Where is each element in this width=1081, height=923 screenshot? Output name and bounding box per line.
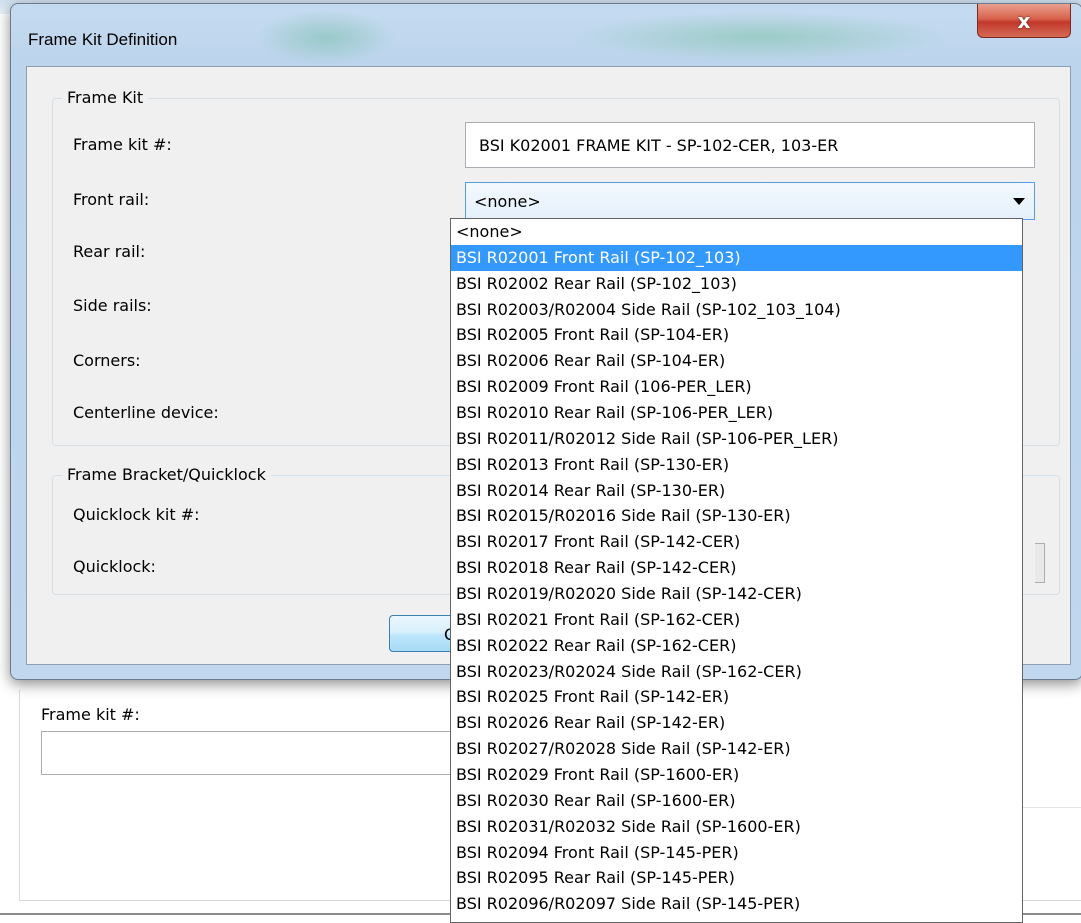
dropdown-option[interactable]: BSI R02014 Rear Rail (SP-130-ER): [451, 478, 1022, 504]
dropdown-option[interactable]: BSI R02006 Rear Rail (SP-104-ER): [451, 348, 1022, 374]
background-divider: [1022, 807, 1081, 808]
dropdown-option[interactable]: BSI R02005 Front Rail (SP-104-ER): [451, 322, 1022, 348]
background-frame-kit-input[interactable]: [41, 731, 461, 775]
side-rails-label: Side rails:: [73, 296, 152, 315]
dropdown-option[interactable]: BSI R02001 Front Rail (SP-102_103): [451, 244, 1022, 271]
dropdown-option[interactable]: BSI R02002 Rear Rail (SP-102_103): [451, 271, 1022, 297]
dropdown-option[interactable]: BSI R02095 Rear Rail (SP-145-PER): [451, 865, 1022, 891]
dropdown-option[interactable]: BSI R02011/R02012 Side Rail (SP-106-PER_…: [451, 426, 1022, 452]
dropdown-option[interactable]: BSI R02015/R02016 Side Rail (SP-130-ER): [451, 503, 1022, 529]
dropdown-option[interactable]: BSI R02018 Rear Rail (SP-142-CER): [451, 555, 1022, 581]
rear-rail-label: Rear rail:: [73, 242, 146, 261]
centerline-device-label: Centerline device:: [73, 403, 219, 422]
quicklock-select-edge[interactable]: [1035, 543, 1045, 583]
titlebar-glass-highlight: [256, 10, 396, 65]
corners-label: Corners:: [73, 351, 141, 370]
dialog-title: Frame Kit Definition: [28, 30, 178, 49]
close-button[interactable]: x: [977, 4, 1071, 38]
dropdown-option[interactable]: BSI R02094 Front Rail (SP-145-PER): [451, 840, 1022, 866]
background-frame-kit-label: Frame kit #:: [41, 705, 140, 724]
dropdown-option[interactable]: BSI R02009 Front Rail (106-PER_LER): [451, 374, 1022, 400]
dropdown-option[interactable]: <none>: [451, 219, 1022, 245]
dropdown-option[interactable]: BSI R02029 Front Rail (SP-1600-ER): [451, 762, 1022, 788]
dropdown-option[interactable]: BSI R02022 Rear Rail (SP-162-CER): [451, 633, 1022, 659]
dropdown-option[interactable]: BSI R02019/R02020 Side Rail (SP-142-CER): [451, 581, 1022, 607]
front-rail-select[interactable]: <none>: [465, 182, 1035, 220]
front-rail-selected-value: <none>: [474, 192, 541, 211]
frame-kit-group-legend: Frame Kit: [62, 88, 149, 107]
dropdown-arrow-icon[interactable]: [1013, 198, 1025, 205]
dropdown-option[interactable]: BSI R02031/R02032 Side Rail (SP-1600-ER): [451, 814, 1022, 840]
front-rail-dropdown-list: <none> BSI R02001 Front Rail (SP-102_103)…: [450, 218, 1023, 923]
frame-kit-number-input[interactable]: BSI K02001 FRAME KIT - SP-102-CER, 103-E…: [465, 122, 1035, 168]
dropdown-option[interactable]: BSI R02027/R02028 Side Rail (SP-142-ER): [451, 736, 1022, 762]
dropdown-option[interactable]: BSI R02096/R02097 Side Rail (SP-145-PER): [451, 891, 1022, 917]
front-rail-label: Front rail:: [73, 190, 150, 209]
dropdown-option[interactable]: BSI R02023/R02024 Side Rail (SP-162-CER): [451, 659, 1022, 685]
dropdown-option[interactable]: BSI R02003/R02004 Side Rail (SP-102_103_…: [451, 297, 1022, 323]
dropdown-option[interactable]: BSI R02026 Rear Rail (SP-142-ER): [451, 710, 1022, 736]
dropdown-option[interactable]: BSI R02030 Rear Rail (SP-1600-ER): [451, 788, 1022, 814]
dropdown-option[interactable]: BSI R02010 Rear Rail (SP-106-PER_LER): [451, 400, 1022, 426]
close-icon: x: [1017, 8, 1031, 33]
dropdown-option[interactable]: BSI R02025 Front Rail (SP-142-ER): [451, 684, 1022, 710]
titlebar-glass-highlight: [571, 12, 951, 62]
dropdown-option[interactable]: BSI R02021 Front Rail (SP-162-CER): [451, 607, 1022, 633]
frame-kit-number-label: Frame kit #:: [73, 135, 172, 154]
quicklock-group-legend: Frame Bracket/Quicklock: [62, 465, 271, 484]
quicklock-kit-number-label: Quicklock kit #:: [73, 505, 200, 524]
quicklock-label: Quicklock:: [73, 557, 156, 576]
dropdown-option[interactable]: BSI R02017 Front Rail (SP-142-CER): [451, 529, 1022, 555]
dropdown-option[interactable]: BSI R02013 Front Rail (SP-130-ER): [451, 452, 1022, 478]
